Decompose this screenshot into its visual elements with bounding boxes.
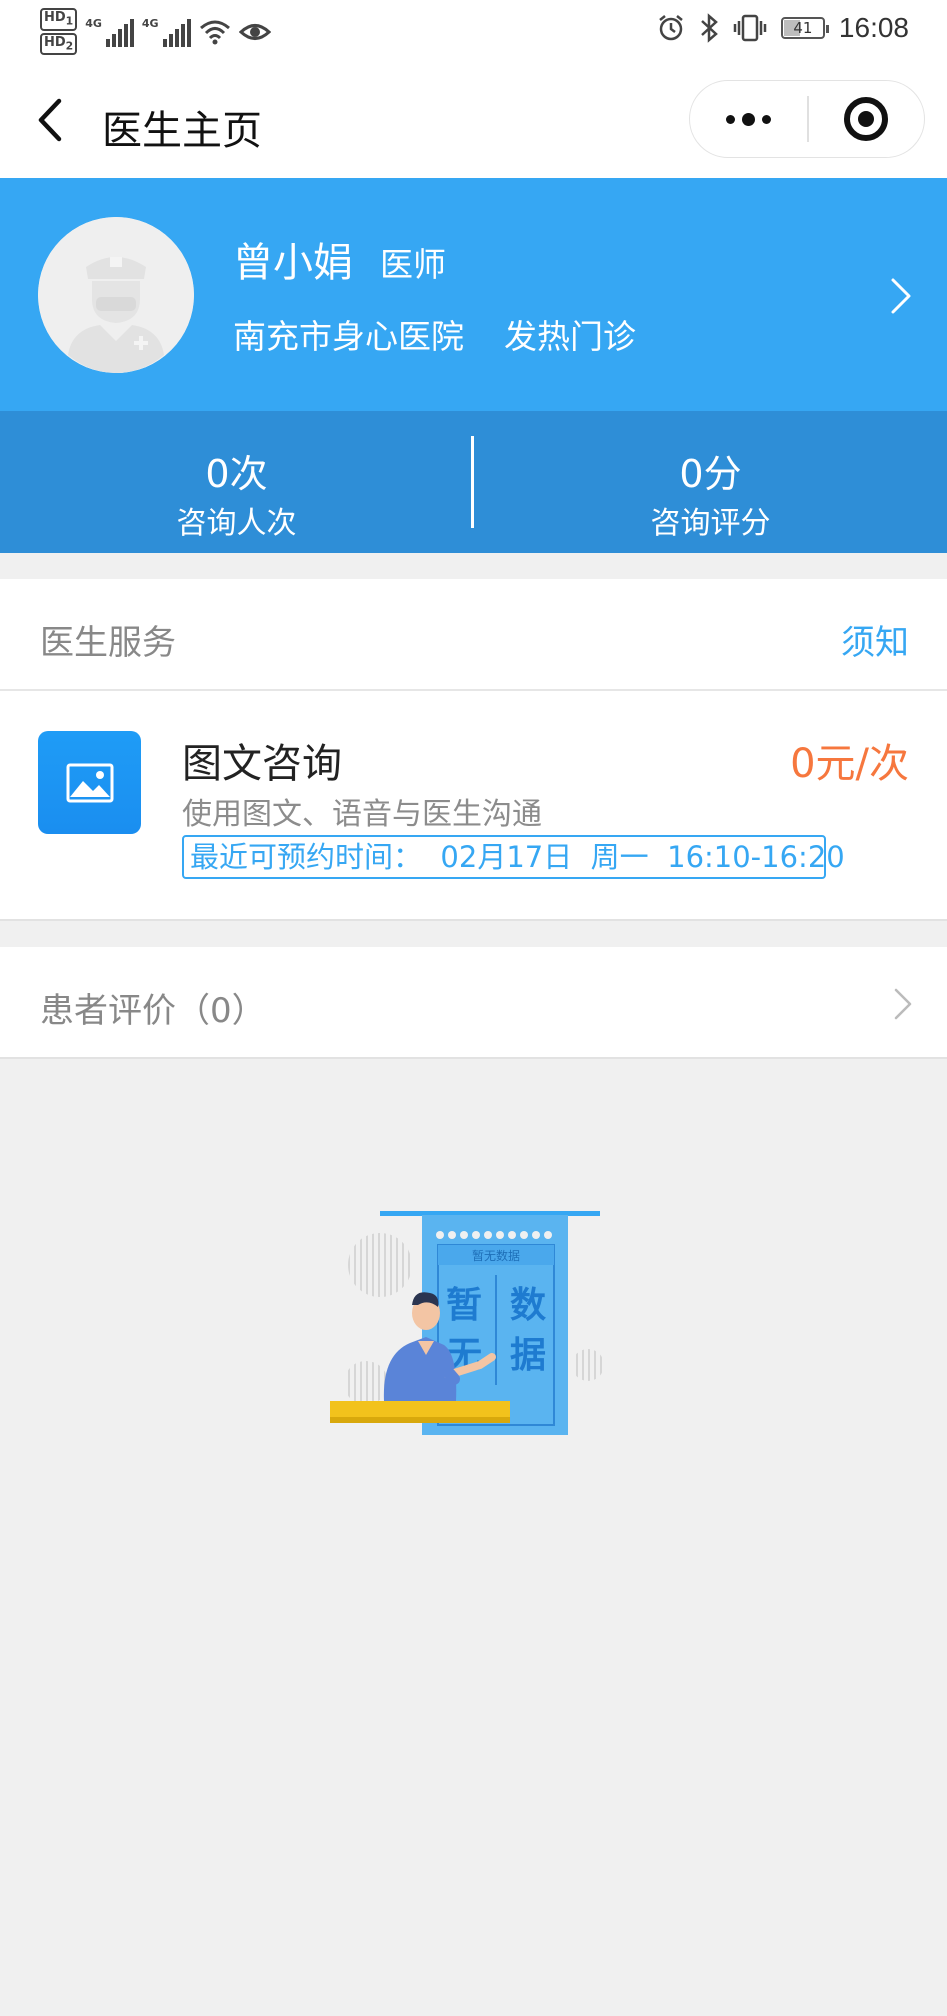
reviews-label: 患者评价（0）	[40, 991, 266, 1031]
bluetooth-icon	[701, 13, 718, 43]
no-data-banner-text: 暂无数据	[472, 1248, 520, 1263]
no-data-char: 暂	[446, 1285, 482, 1326]
no-data-illustration: 暂无数据 暂 数 无 据	[330, 1205, 620, 1437]
stat-label: 咨询人次	[176, 506, 297, 541]
service-icon-tile[interactable]	[38, 731, 141, 834]
doctor-name: 曾小娟	[233, 240, 353, 286]
wifi-icon	[199, 20, 230, 45]
alarm-icon	[659, 15, 683, 41]
signal-icon: 4G	[142, 17, 191, 47]
status-time: 16:08	[838, 12, 909, 43]
vibrate-icon	[733, 14, 767, 42]
more-icon	[726, 112, 771, 126]
stat-value: 0分	[679, 452, 742, 496]
status-bar: HD1 HD2 4G 4G 41 16:08	[0, 0, 947, 60]
service-description: 使用图文、语音与医生沟通	[182, 797, 542, 832]
hd-2-badge: HD2	[40, 32, 78, 56]
stat-consult-count: 0次 咨询人次	[0, 411, 473, 553]
doctor-title: 医师	[380, 245, 446, 284]
doctor-department: 发热门诊	[504, 317, 636, 356]
status-left: HD1 HD2 4G 4G	[40, 8, 271, 56]
stats-bar: 0次 咨询人次 0分 咨询评分	[0, 411, 947, 553]
stat-consult-score: 0分 咨询评分	[474, 411, 947, 553]
doctor-avatar-icon	[38, 217, 194, 373]
notice-link[interactable]: 须知	[841, 615, 909, 664]
chevron-right-icon	[894, 988, 912, 1020]
services-header: 医生服务 须知	[0, 579, 947, 691]
service-name[interactable]: 图文咨询	[182, 731, 342, 789]
doctor-services-section: 医生服务 须知 图文咨询 0元/次 使用图文、语音与医生沟通 最近可预约时间： …	[0, 579, 947, 921]
page-title: 医生主页	[102, 108, 262, 154]
nav-bar: 医生主页	[0, 60, 947, 178]
doctor-hospital: 南充市身心医院	[233, 317, 464, 356]
signal-icon: 4G	[85, 17, 134, 47]
target-icon	[844, 97, 889, 141]
hd-1-badge: HD1	[40, 8, 78, 31]
section-title: 医生服务	[40, 623, 176, 663]
hd-indicators: HD1 HD2	[40, 8, 78, 56]
eye-icon	[238, 23, 271, 40]
status-right: 41 16:08	[657, 12, 909, 44]
doctor-card[interactable]: 曾小娟 医师 南充市身心医院 发热门诊	[0, 178, 947, 411]
no-data-char: 据	[510, 1335, 546, 1376]
patient-reviews-row[interactable]: 患者评价（0）	[0, 947, 947, 1059]
available-time-badge: 最近可预约时间： 02月17日 周一 16:10-16:20	[182, 835, 845, 879]
service-price: 0元/次	[790, 741, 909, 787]
back-button[interactable]	[28, 90, 72, 150]
mini-program-capsule	[689, 80, 925, 158]
stat-value: 0次	[205, 452, 268, 496]
more-button[interactable]	[690, 81, 807, 157]
avatar	[38, 217, 194, 373]
stat-label: 咨询评分	[650, 506, 771, 541]
battery-icon: 41	[780, 17, 829, 39]
image-icon	[66, 763, 113, 802]
chevron-right-icon	[891, 278, 911, 314]
no-data-char: 数	[510, 1285, 546, 1326]
chevron-left-icon	[38, 98, 62, 142]
close-miniprogram-button[interactable]	[809, 81, 925, 157]
